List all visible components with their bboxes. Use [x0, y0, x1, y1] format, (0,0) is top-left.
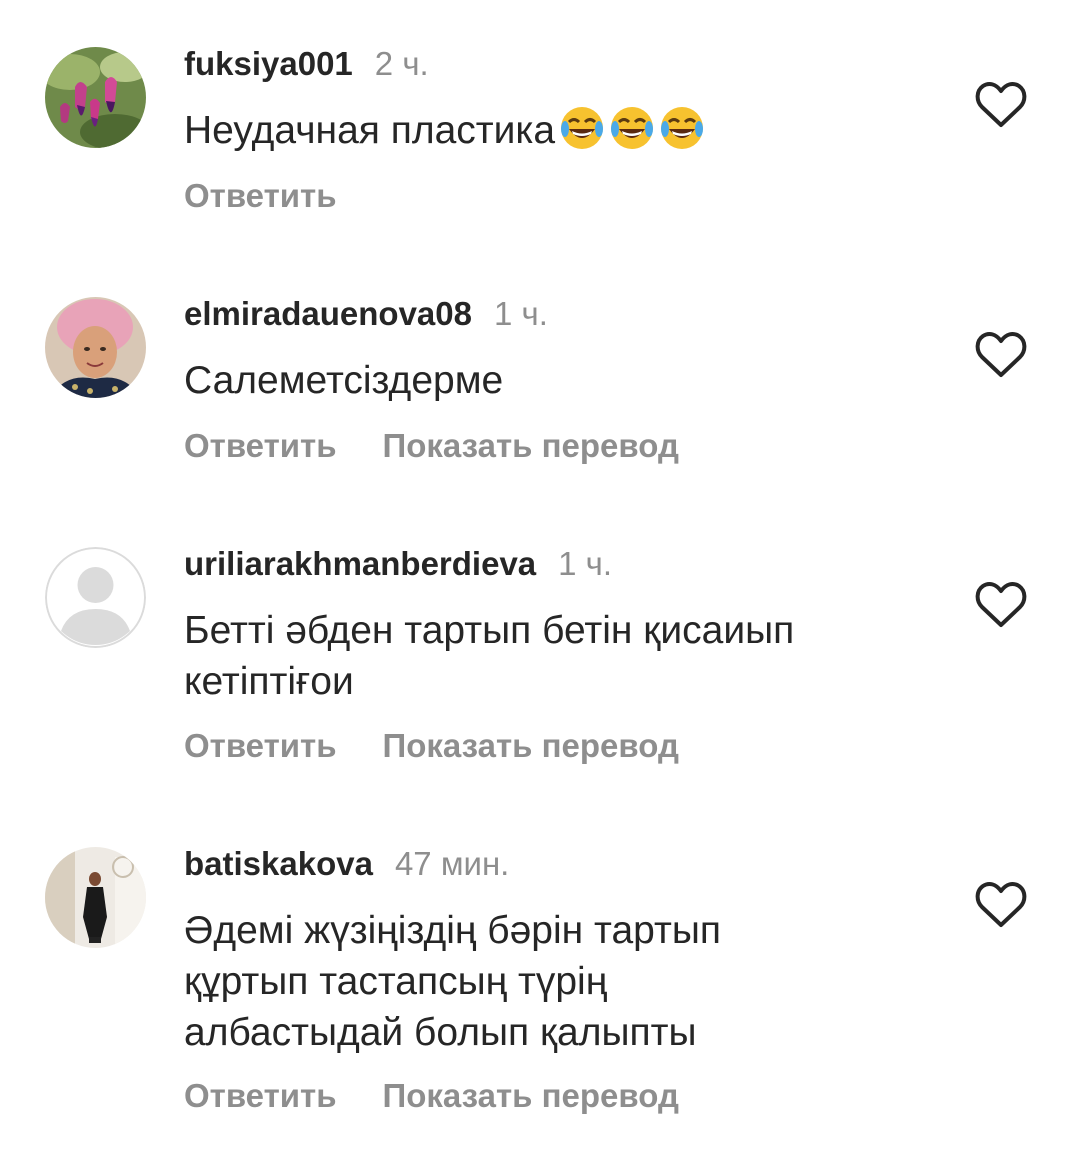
face-with-tears-of-joy-icon	[609, 105, 655, 151]
comment-actions: Ответить	[184, 177, 337, 215]
reply-button[interactable]: Ответить	[184, 1077, 337, 1115]
comment-text-line: кетіптіғои	[184, 660, 354, 703]
reply-button[interactable]: Ответить	[184, 427, 337, 465]
username[interactable]: batiskakova	[184, 845, 373, 883]
comment-header: uriliarakhmanberdieva 1 ч.	[184, 545, 612, 585]
username[interactable]: fuksiya001	[184, 45, 353, 83]
reply-button[interactable]: Ответить	[184, 727, 337, 765]
comment-header: batiskakova 47 мин.	[184, 845, 509, 885]
heart-outline-icon[interactable]	[974, 580, 1028, 630]
heart-outline-icon[interactable]	[974, 330, 1028, 380]
heart-outline-icon[interactable]	[974, 880, 1028, 930]
show-translation-button[interactable]: Показать перевод	[383, 427, 679, 465]
reply-button[interactable]: Ответить	[184, 177, 337, 215]
comment-header: elmiradauenova08 1 ч.	[184, 295, 548, 335]
timestamp: 1 ч.	[558, 545, 613, 582]
comment-header: fuksiya001 2 ч.	[184, 45, 429, 85]
comment-text: Әдемі жүзіңіздің бәрін тартып құртып тас…	[184, 905, 944, 1058]
avatar[interactable]	[45, 297, 146, 398]
heart-outline-icon[interactable]	[974, 80, 1028, 130]
comment-text: Салеметсіздерме	[184, 355, 944, 406]
comment-text: Неудачная пластика	[184, 105, 944, 156]
comment-text-content: Салеметсіздерме	[184, 359, 504, 402]
user-photo-avatar-image	[45, 847, 146, 948]
timestamp: 47 мин.	[394, 845, 510, 882]
face-with-tears-of-joy-icon	[659, 105, 705, 151]
comment-text-line: Бетті әбден тартып бетін қисаиып	[184, 609, 795, 652]
comment-text-line: албастыдай болып қалыпты	[184, 1011, 697, 1054]
avatar[interactable]	[45, 847, 146, 948]
face-with-tears-of-joy-icon	[559, 105, 605, 151]
comment-text-line: құртып тастапсың түрің	[184, 960, 608, 1003]
show-translation-button[interactable]: Показать перевод	[383, 1077, 679, 1115]
default-avatar-icon[interactable]	[45, 547, 146, 648]
user-photo-avatar-image	[45, 297, 146, 398]
flower-avatar-image	[45, 47, 146, 148]
comment-text: Бетті әбден тартып бетін қисаиып кетіпті…	[184, 605, 944, 707]
comment-actions: Ответить Показать перевод	[184, 1077, 679, 1115]
comment-actions: Ответить Показать перевод	[184, 427, 679, 465]
comment-text-line: Әдемі жүзіңіздің бәрін тартып	[184, 909, 721, 952]
avatar[interactable]	[45, 47, 146, 148]
comment-text-content: Неудачная пластика	[184, 109, 556, 152]
timestamp: 1 ч.	[493, 295, 548, 332]
username[interactable]: elmiradauenova08	[184, 295, 472, 333]
username[interactable]: uriliarakhmanberdieva	[184, 545, 536, 583]
show-translation-button[interactable]: Показать перевод	[383, 727, 679, 765]
timestamp: 2 ч.	[374, 45, 429, 82]
comment-actions: Ответить Показать перевод	[184, 727, 679, 765]
